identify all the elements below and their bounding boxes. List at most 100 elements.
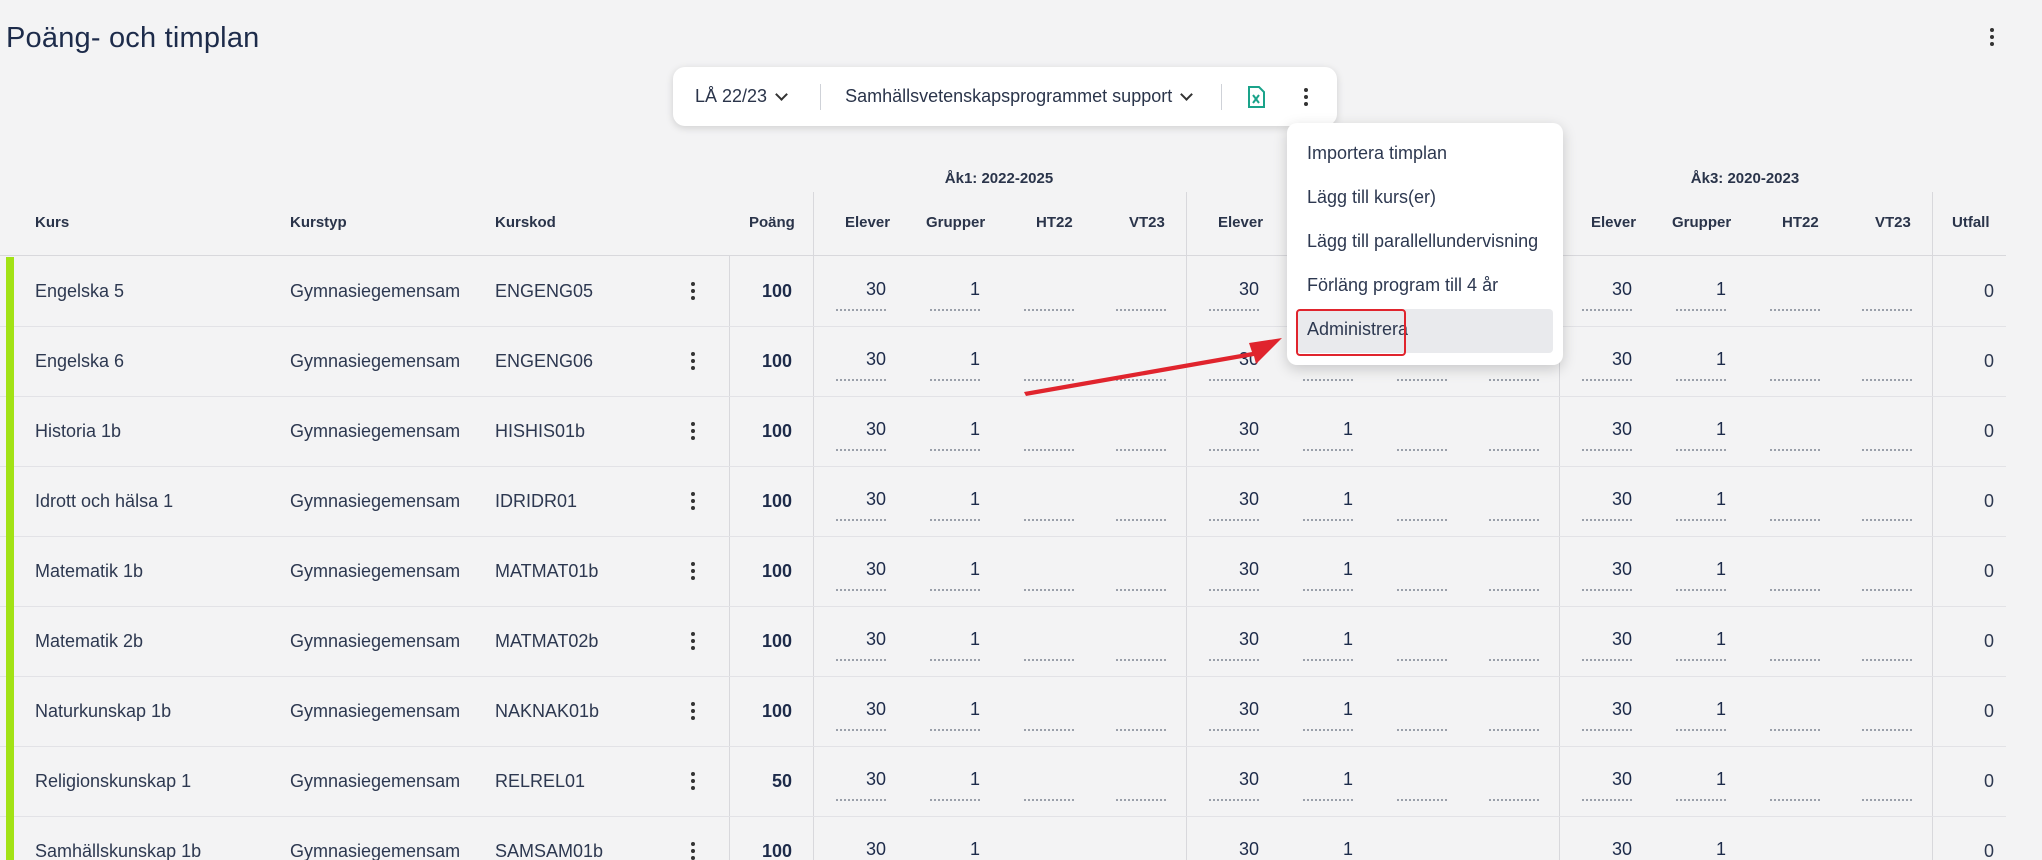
ht22-input[interactable] (1770, 559, 1820, 591)
elever-input[interactable]: 30 (1582, 699, 1632, 731)
ht22-input[interactable] (1397, 489, 1447, 521)
ht22-input[interactable] (1397, 839, 1447, 860)
ht22-input[interactable] (1397, 559, 1447, 591)
grupper-input[interactable]: 1 (1676, 559, 1726, 591)
grupper-input[interactable]: 1 (930, 419, 980, 451)
elever-input[interactable]: 30 (1582, 349, 1632, 381)
elever-input[interactable]: 30 (836, 839, 886, 860)
elever-input[interactable]: 30 (1209, 349, 1259, 381)
grupper-input[interactable]: 1 (930, 279, 980, 311)
menu-item-import-timplan[interactable]: Importera timplan (1287, 133, 1563, 177)
menu-item-administrera[interactable]: Administrera (1297, 309, 1553, 353)
ht22-input[interactable] (1024, 419, 1074, 451)
col-header-kurstyp[interactable]: Kurstyp (290, 214, 347, 231)
elever-input[interactable]: 30 (836, 769, 886, 801)
grupper-input[interactable]: 1 (1676, 489, 1726, 521)
grupper-input[interactable]: 1 (1676, 419, 1726, 451)
grupper-input[interactable]: 1 (1303, 629, 1353, 661)
ht22-input[interactable] (1024, 839, 1074, 860)
grupper-input[interactable]: 1 (930, 489, 980, 521)
row-more-button[interactable] (691, 632, 695, 650)
menu-item-add-parallel-teaching[interactable]: Lägg till parallellundervisning (1287, 221, 1563, 265)
menu-item-extend-program[interactable]: Förläng program till 4 år (1287, 265, 1563, 309)
grupper-input[interactable]: 1 (1303, 489, 1353, 521)
ht22-input[interactable] (1024, 489, 1074, 521)
ht22-input[interactable] (1397, 699, 1447, 731)
col-header-kurskod[interactable]: Kurskod (495, 214, 556, 231)
grupper-input[interactable]: 1 (1676, 769, 1726, 801)
toolbar-more-button[interactable] (1304, 87, 1309, 106)
vt23-input[interactable] (1862, 349, 1912, 381)
grupper-input[interactable]: 1 (930, 559, 980, 591)
row-more-button[interactable] (691, 772, 695, 790)
period-select[interactable]: LÅ 22/23 (695, 67, 788, 126)
grupper-input[interactable]: 1 (1303, 419, 1353, 451)
elever-input[interactable]: 30 (836, 489, 886, 521)
grupper-input[interactable]: 1 (1676, 629, 1726, 661)
ht22-input[interactable] (1770, 769, 1820, 801)
col-header-elever[interactable]: Elever (845, 214, 890, 231)
vt23-input[interactable] (1116, 559, 1166, 591)
ht22-input[interactable] (1024, 699, 1074, 731)
col-header-ht22[interactable]: HT22 (1782, 214, 1819, 231)
col-header-elever[interactable]: Elever (1591, 214, 1636, 231)
elever-input[interactable]: 30 (836, 629, 886, 661)
vt23-input[interactable] (1116, 349, 1166, 381)
vt23-input[interactable] (1116, 699, 1166, 731)
row-more-button[interactable] (691, 492, 695, 510)
ht22-input[interactable] (1024, 629, 1074, 661)
grupper-input[interactable]: 1 (1676, 699, 1726, 731)
page-more-menu-button[interactable] (1980, 22, 2004, 52)
row-more-button[interactable] (691, 422, 695, 440)
ht22-input[interactable] (1770, 349, 1820, 381)
elever-input[interactable]: 30 (1209, 559, 1259, 591)
elever-input[interactable]: 30 (1209, 629, 1259, 661)
col-header-ht22[interactable]: HT22 (1036, 214, 1073, 231)
elever-input[interactable]: 30 (836, 279, 886, 311)
vt23-input[interactable] (1862, 629, 1912, 661)
vt23-input[interactable] (1862, 769, 1912, 801)
ht22-input[interactable] (1024, 279, 1074, 311)
grupper-input[interactable]: 1 (930, 839, 980, 860)
elever-input[interactable]: 30 (1582, 629, 1632, 661)
vt23-input[interactable] (1862, 489, 1912, 521)
vt23-input[interactable] (1862, 699, 1912, 731)
grupper-input[interactable]: 1 (1303, 769, 1353, 801)
vt23-input[interactable] (1116, 629, 1166, 661)
grupper-input[interactable]: 1 (930, 699, 980, 731)
vt23-input[interactable] (1489, 699, 1539, 731)
vt23-input[interactable] (1489, 419, 1539, 451)
grupper-input[interactable]: 1 (1303, 559, 1353, 591)
vt23-input[interactable] (1862, 419, 1912, 451)
ht22-input[interactable] (1770, 629, 1820, 661)
col-header-poang[interactable]: Poäng (749, 214, 795, 231)
elever-input[interactable]: 30 (1582, 279, 1632, 311)
ht22-input[interactable] (1770, 699, 1820, 731)
vt23-input[interactable] (1116, 839, 1166, 860)
vt23-input[interactable] (1489, 839, 1539, 860)
col-header-vt23[interactable]: VT23 (1875, 214, 1911, 231)
elever-input[interactable]: 30 (1582, 559, 1632, 591)
row-more-button[interactable] (691, 562, 695, 580)
excel-export-icon[interactable] (1246, 85, 1266, 108)
vt23-input[interactable] (1862, 279, 1912, 311)
grupper-input[interactable]: 1 (930, 769, 980, 801)
col-header-grupper[interactable]: Grupper (1672, 214, 1731, 231)
col-header-elever[interactable]: Elever (1218, 214, 1263, 231)
menu-item-add-courses[interactable]: Lägg till kurs(er) (1287, 177, 1563, 221)
ht22-input[interactable] (1770, 279, 1820, 311)
elever-input[interactable]: 30 (1209, 279, 1259, 311)
elever-input[interactable]: 30 (1209, 839, 1259, 860)
row-more-button[interactable] (691, 702, 695, 720)
vt23-input[interactable] (1862, 559, 1912, 591)
grupper-input[interactable]: 1 (1676, 839, 1726, 860)
row-more-button[interactable] (691, 842, 695, 860)
grupper-input[interactable]: 1 (1676, 279, 1726, 311)
elever-input[interactable]: 30 (836, 559, 886, 591)
vt23-input[interactable] (1489, 769, 1539, 801)
row-more-button[interactable] (691, 282, 695, 300)
elever-input[interactable]: 30 (1582, 489, 1632, 521)
program-select[interactable]: Samhällsvetenskapsprogrammet support (845, 67, 1194, 126)
grupper-input[interactable]: 1 (1303, 699, 1353, 731)
col-header-vt23[interactable]: VT23 (1129, 214, 1165, 231)
